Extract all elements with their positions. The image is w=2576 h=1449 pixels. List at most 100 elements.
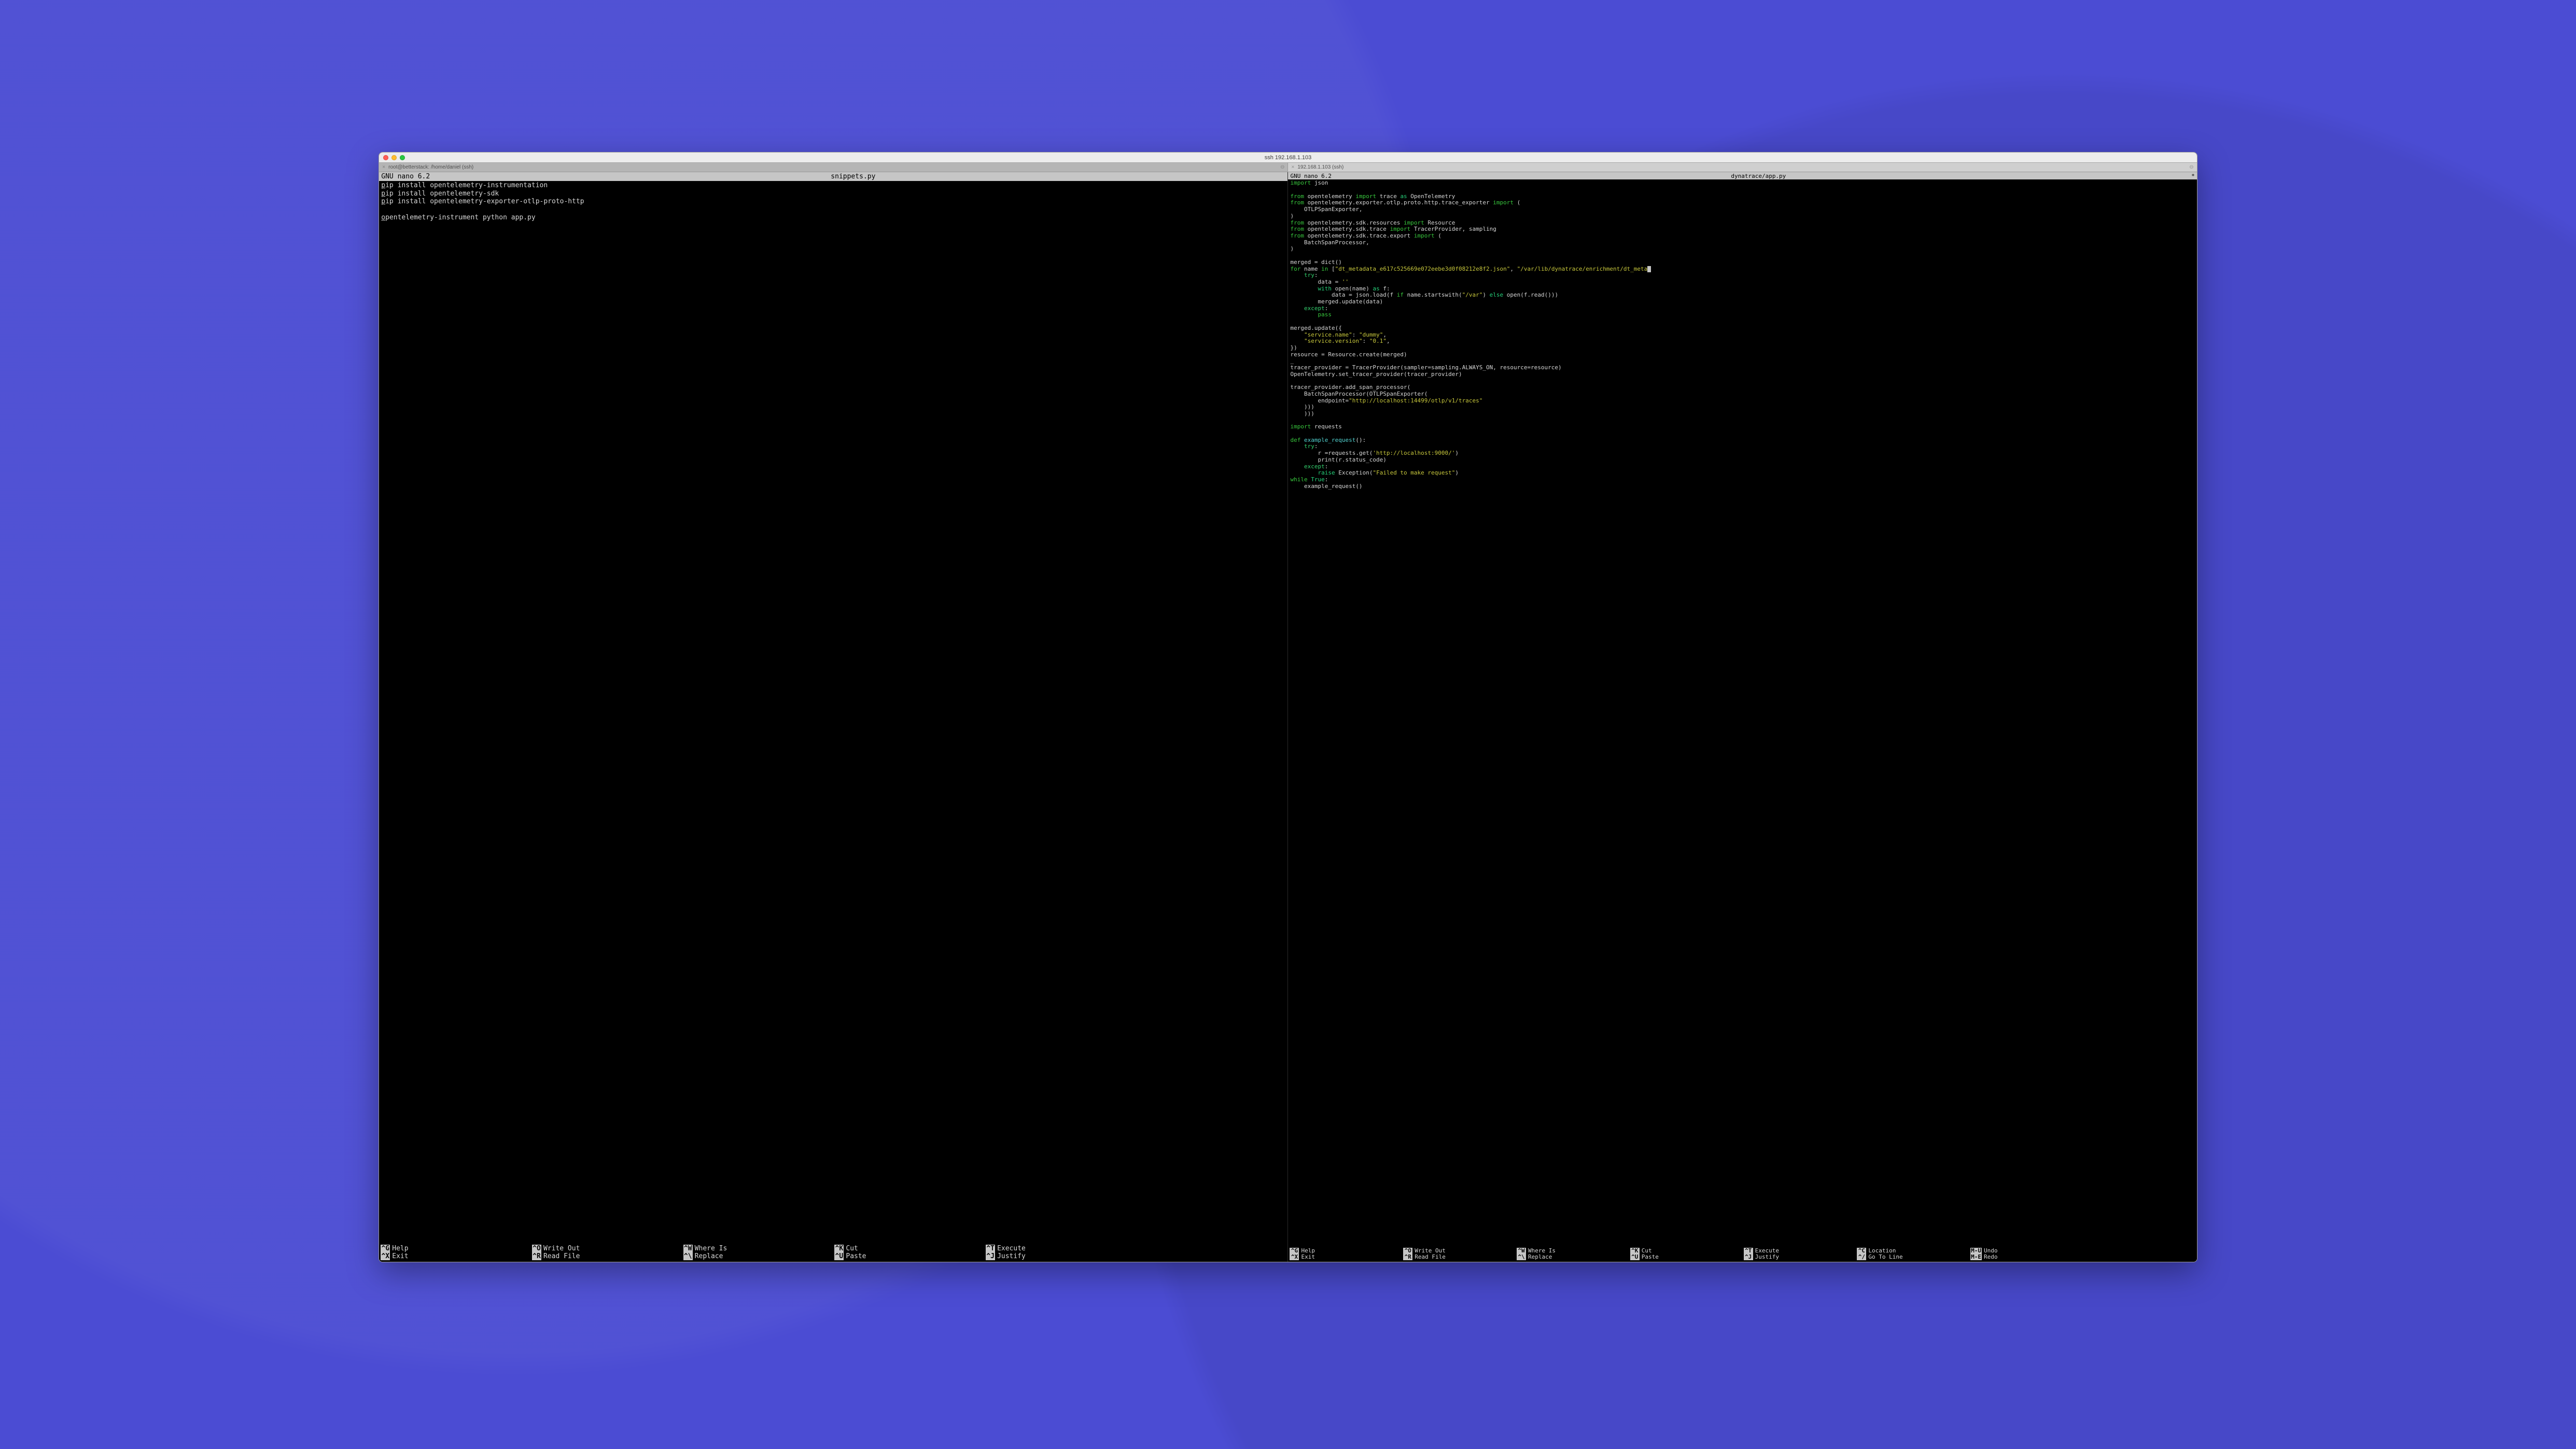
- code-line: merged.update({: [1290, 325, 2194, 332]
- shortcut-key: ^T: [1744, 1248, 1753, 1254]
- nano-filename: snippets.py: [430, 173, 1276, 180]
- nano-command[interactable]: ^\Replace: [1517, 1254, 1628, 1260]
- nano-command[interactable]: ^JJustify: [986, 1252, 1135, 1260]
- shortcut-label: Exit: [392, 1252, 408, 1260]
- tab-bar: × root@betterstack: /home/daniel (ssh) ⊖…: [379, 163, 2196, 172]
- maximize-icon[interactable]: [400, 155, 405, 160]
- shortcut-label: Justify: [1755, 1254, 1779, 1260]
- code-line: "service.name": "dummy",: [1290, 332, 2194, 339]
- code-line: [1290, 253, 2194, 259]
- nano-command[interactable]: ^KCut: [1630, 1248, 1742, 1254]
- code-line: try:: [1290, 272, 2194, 279]
- code-line: merged.update(data): [1290, 299, 2194, 305]
- code-line: data = '': [1290, 279, 2194, 286]
- shortcut-key: ^\: [1517, 1254, 1526, 1260]
- code-line: [1290, 430, 2194, 437]
- close-icon[interactable]: [383, 155, 388, 160]
- nano-command[interactable]: ^OWrite Out: [532, 1245, 681, 1252]
- nano-command[interactable]: M-UUndo: [1970, 1248, 2082, 1254]
- split-panes: GNU nano 6.2 snippets.py pip install ope…: [379, 172, 2196, 1261]
- code-line: from opentelemetry.sdk.trace.export impo…: [1290, 233, 2194, 240]
- nano-command[interactable]: ^XExit: [381, 1252, 530, 1260]
- page-background: ssh 192.168.1.103 × root@betterstack: /h…: [0, 0, 2576, 1449]
- code-line: pass: [1290, 312, 2194, 318]
- shortcut-label: Location: [1868, 1248, 1896, 1254]
- shortcut-label: Paste: [846, 1252, 866, 1260]
- nano-command[interactable]: ^UPaste: [834, 1252, 984, 1260]
- expand-icon[interactable]: ⊖: [1280, 164, 1284, 170]
- pane-right[interactable]: GNU nano 6.2 dynatrace/app.py * import j…: [1287, 172, 2196, 1261]
- shortcut-label: Replace: [1528, 1254, 1552, 1260]
- nano-command[interactable]: ^GHelp: [1290, 1248, 1401, 1254]
- nano-version: GNU nano 6.2: [1290, 173, 1331, 179]
- shortcut-label: Exit: [1301, 1254, 1315, 1260]
- shortcut-label: Go To Line: [1868, 1254, 1902, 1260]
- code-line: raise Exception("Failed to make request"…: [1290, 470, 2194, 477]
- nano-command[interactable]: ^\Replace: [683, 1252, 833, 1260]
- nano-command[interactable]: ^OWrite Out: [1403, 1248, 1515, 1254]
- shortcut-label: Cut: [1642, 1248, 1652, 1254]
- shortcut-label: Redo: [1984, 1254, 1998, 1260]
- shortcut-key: ^T: [986, 1245, 995, 1252]
- code-line: BatchSpanProcessor,: [1290, 240, 2194, 246]
- pane-left[interactable]: GNU nano 6.2 snippets.py pip install ope…: [379, 172, 1287, 1261]
- code-line: from opentelemetry.exporter.otlp.proto.h…: [1290, 200, 2194, 206]
- nano-command[interactable]: ^RRead File: [532, 1252, 681, 1260]
- code-line: [1290, 318, 2194, 325]
- window-title: ssh 192.168.1.103: [379, 155, 2196, 161]
- nano-header-left: GNU nano 6.2 snippets.py: [379, 172, 1287, 181]
- nano-command: [2084, 1248, 2195, 1254]
- expand-icon[interactable]: ⊖: [2189, 164, 2193, 170]
- close-icon[interactable]: ×: [382, 165, 385, 170]
- nano-header-right: GNU nano 6.2 dynatrace/app.py *: [1288, 172, 2196, 179]
- shortcut-label: Execute: [997, 1245, 1026, 1252]
- tab-label: root@betterstack: /home/daniel (ssh): [388, 164, 473, 170]
- shortcut-key: ^O: [1403, 1248, 1412, 1254]
- nano-command[interactable]: ^TExecute: [986, 1245, 1135, 1252]
- minimize-icon[interactable]: [391, 155, 397, 160]
- code-line: pip install opentelemetry-sdk: [381, 190, 1285, 198]
- nano-filename: dynatrace/app.py: [1332, 173, 2186, 179]
- shortcut-key: ^U: [834, 1252, 844, 1260]
- nano-command[interactable]: ^TExecute: [1744, 1248, 1855, 1254]
- shortcut-key: ^C: [1857, 1248, 1866, 1254]
- nano-command: [1137, 1245, 1286, 1252]
- close-icon[interactable]: ×: [1291, 165, 1294, 170]
- nano-command[interactable]: ^UPaste: [1630, 1254, 1742, 1260]
- code-line: endpoint="http://localhost:14499/otlp/v1…: [1290, 398, 2194, 405]
- nano-command[interactable]: ^GHelp: [381, 1245, 530, 1252]
- shortcut-key: ^K: [834, 1245, 844, 1252]
- nano-command[interactable]: ^JJustify: [1744, 1254, 1855, 1260]
- nano-command[interactable]: ^RRead File: [1403, 1254, 1515, 1260]
- nano-command: [2084, 1254, 2195, 1260]
- code-line: pip install opentelemetry-instrumentatio…: [381, 182, 1285, 189]
- nano-command[interactable]: ^WWhere Is: [1517, 1248, 1628, 1254]
- code-line: for name in ["dt_metadata_e617c525669e07…: [1290, 266, 2194, 273]
- nano-command[interactable]: ^CLocation: [1857, 1248, 1968, 1254]
- text-cursor: [1647, 266, 1651, 272]
- nano-commands-left: ^GHelp^OWrite Out^WWhere Is^KCut^TExecut…: [379, 1244, 1287, 1262]
- nano-command[interactable]: M-ERedo: [1970, 1254, 2082, 1260]
- code-line: data = json.load(f if name.startswith("/…: [1290, 292, 2194, 299]
- code-line: ))): [1290, 404, 2194, 411]
- shortcut-label: Write Out: [1415, 1248, 1446, 1254]
- shortcut-label: Execute: [1755, 1248, 1779, 1254]
- shortcut-label: Read File: [543, 1252, 580, 1260]
- tab-1[interactable]: × 192.168.1.103 (ssh) ⊖: [1288, 163, 2196, 172]
- shortcut-key: ^/: [1857, 1254, 1866, 1260]
- code-line: ))): [1290, 411, 2194, 417]
- nano-command[interactable]: ^KCut: [834, 1245, 984, 1252]
- code-line: r =requests.get('http://localhost:9000/'…: [1290, 450, 2194, 457]
- nano-version: GNU nano 6.2: [381, 173, 430, 180]
- editor-left[interactable]: pip install opentelemetry-instrumentatio…: [379, 181, 1287, 1244]
- tab-0[interactable]: × root@betterstack: /home/daniel (ssh) ⊖: [379, 163, 1288, 172]
- nano-command[interactable]: ^XExit: [1290, 1254, 1401, 1260]
- nano-command[interactable]: ^/Go To Line: [1857, 1254, 1968, 1260]
- code-line: import requests: [1290, 424, 2194, 430]
- shortcut-label: Where Is: [695, 1245, 727, 1252]
- shortcut-key: ^R: [532, 1252, 541, 1260]
- shortcut-label: Undo: [1984, 1248, 1998, 1254]
- window-titlebar[interactable]: ssh 192.168.1.103: [379, 152, 2196, 163]
- nano-command[interactable]: ^WWhere Is: [683, 1245, 833, 1252]
- editor-right[interactable]: import json from opentelemetry import tr…: [1288, 179, 2196, 1247]
